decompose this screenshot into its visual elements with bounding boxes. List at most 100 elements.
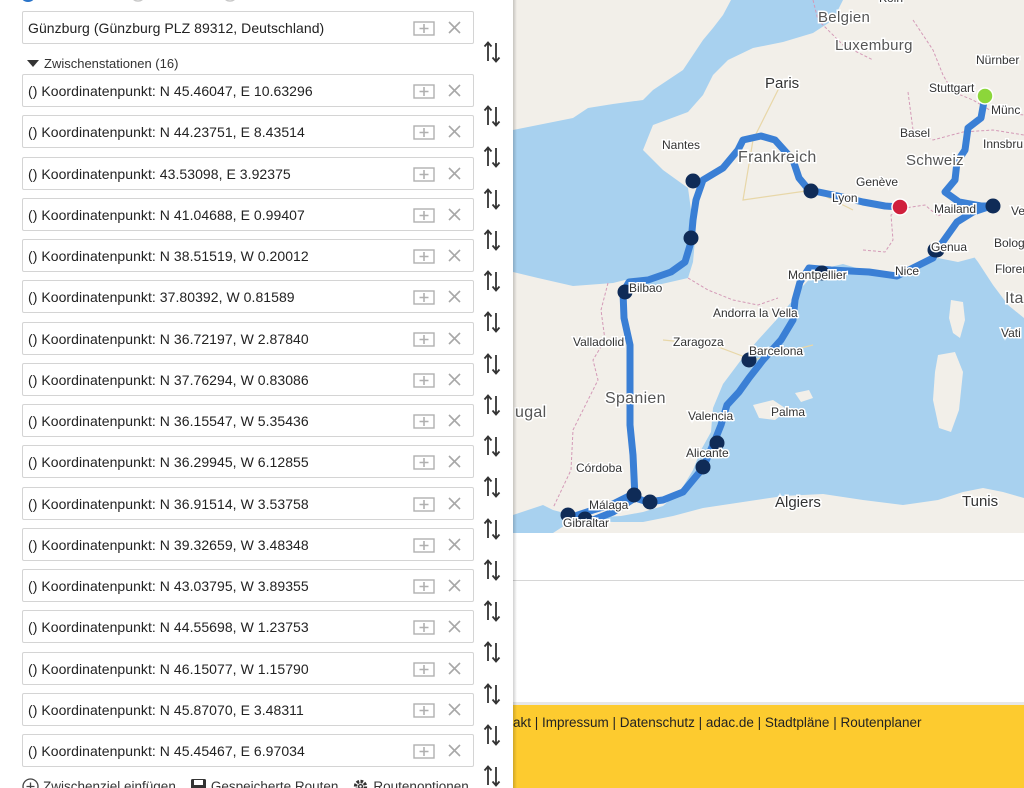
close-icon[interactable]	[447, 249, 461, 263]
swap-order-icon[interactable]	[481, 473, 503, 501]
close-icon[interactable]	[447, 167, 461, 181]
swap-order-icon[interactable]	[481, 350, 503, 378]
waypoint-marker[interactable]	[642, 494, 658, 510]
map-label-paris: Paris	[765, 75, 799, 92]
stop-field[interactable]: () Koordinatenpunkt: N 44.55698, W 1.237…	[22, 610, 474, 643]
stops-toggle[interactable]: Zwischenstationen (16)	[27, 54, 178, 72]
start-marker[interactable]	[976, 87, 994, 105]
close-icon[interactable]	[447, 497, 461, 511]
end-marker[interactable]	[891, 198, 909, 216]
close-icon[interactable]	[447, 208, 461, 222]
save-location-icon[interactable]	[413, 124, 435, 140]
stop-field[interactable]: () Koordinatenpunkt: N 36.72197, W 2.878…	[22, 322, 474, 355]
map-label-nantes: Nantes	[662, 138, 700, 152]
stop-field[interactable]: () Koordinatenpunkt: N 41.04688, E 0.994…	[22, 198, 474, 231]
add-stop-button[interactable]: Zwischenziel einfügen	[22, 777, 176, 788]
close-icon[interactable]	[447, 332, 461, 346]
stop-field-value: () Koordinatenpunkt: 37.80392, W 0.81589	[28, 288, 295, 305]
swap-order-icon[interactable]	[481, 38, 503, 66]
close-icon[interactable]	[447, 703, 461, 717]
stop-field[interactable]: () Koordinatenpunkt: N 44.23751, E 8.435…	[22, 115, 474, 148]
save-location-icon[interactable]	[413, 454, 435, 470]
swap-order-icon[interactable]	[481, 556, 503, 584]
save-location-icon[interactable]	[413, 537, 435, 553]
map-label-munchen: Münc	[991, 103, 1020, 117]
waypoint-marker[interactable]	[685, 173, 701, 189]
save-location-icon[interactable]	[413, 496, 435, 512]
stop-field[interactable]: () Koordinatenpunkt: N 46.15077, W 1.157…	[22, 652, 474, 685]
swap-order-icon[interactable]	[481, 432, 503, 460]
close-icon[interactable]	[447, 455, 461, 469]
save-location-icon[interactable]	[413, 702, 435, 718]
route-options-label: Routenoptionen	[373, 778, 469, 788]
close-icon[interactable]	[447, 125, 461, 139]
map-label-schweiz: Schweiz	[906, 152, 964, 169]
swap-order-icon[interactable]	[481, 597, 503, 625]
close-icon[interactable]	[447, 620, 461, 634]
stop-field[interactable]: () Koordinatenpunkt: 43.53098, E 3.92375	[22, 157, 474, 190]
map-label-basel: Basel	[900, 126, 930, 140]
waypoint-marker[interactable]	[695, 459, 711, 475]
swap-order-icon[interactable]	[481, 267, 503, 295]
close-icon[interactable]	[447, 21, 461, 35]
stop-field[interactable]: () Koordinatenpunkt: N 45.87070, E 3.483…	[22, 693, 474, 726]
triangle-down-icon	[27, 59, 39, 67]
waypoint-marker[interactable]	[985, 198, 1001, 214]
close-icon[interactable]	[447, 290, 461, 304]
save-location-icon[interactable]	[413, 619, 435, 635]
save-location-icon[interactable]	[413, 248, 435, 264]
save-location-icon[interactable]	[413, 207, 435, 223]
save-location-icon[interactable]	[413, 20, 435, 36]
close-icon[interactable]	[447, 414, 461, 428]
stop-field[interactable]: () Koordinatenpunkt: N 45.46047, E 10.63…	[22, 74, 474, 107]
footer-links[interactable]: akt | Impressum | Datenschutz | adac.de …	[513, 715, 922, 730]
saved-routes-button[interactable]: Gespeicherte Routen	[190, 778, 338, 788]
close-icon[interactable]	[447, 744, 461, 758]
save-location-icon[interactable]	[413, 743, 435, 759]
swap-order-icon[interactable]	[481, 143, 503, 171]
save-location-icon[interactable]	[413, 413, 435, 429]
stop-field[interactable]: () Koordinatenpunkt: N 45.45467, E 6.970…	[22, 734, 474, 767]
swap-order-icon[interactable]	[481, 638, 503, 666]
map-label-zaragoza: Zaragoza	[673, 335, 724, 349]
swap-order-icon[interactable]	[481, 721, 503, 749]
swap-order-icon[interactable]	[481, 762, 503, 788]
stop-field[interactable]: () Koordinatenpunkt: N 36.15547, W 5.354…	[22, 404, 474, 437]
save-location-icon[interactable]	[413, 331, 435, 347]
close-icon[interactable]	[447, 538, 461, 552]
swap-order-icon[interactable]	[481, 102, 503, 130]
swap-order-icon[interactable]	[481, 680, 503, 708]
stop-field-value: () Koordinatenpunkt: N 44.23751, E 8.435…	[28, 123, 305, 140]
swap-order-icon[interactable]	[481, 185, 503, 213]
stop-field[interactable]: () Koordinatenpunkt: 37.80392, W 0.81589	[22, 280, 474, 313]
footer: akt | Impressum | Datenschutz | adac.de …	[513, 702, 1024, 788]
swap-order-icon[interactable]	[481, 391, 503, 419]
close-icon[interactable]	[447, 373, 461, 387]
close-icon[interactable]	[447, 84, 461, 98]
swap-order-icon[interactable]	[481, 515, 503, 543]
close-icon[interactable]	[447, 662, 461, 676]
waypoint-marker[interactable]	[683, 230, 699, 246]
save-location-icon[interactable]	[413, 83, 435, 99]
save-location-icon[interactable]	[413, 166, 435, 182]
swap-order-icon[interactable]	[481, 226, 503, 254]
stop-field[interactable]: () Koordinatenpunkt: N 39.32659, W 3.483…	[22, 528, 474, 561]
waypoint-marker[interactable]	[803, 183, 819, 199]
stop-field[interactable]: () Koordinatenpunkt: N 43.03795, W 3.893…	[22, 569, 474, 602]
stops-header-label: Zwischenstationen (16)	[44, 55, 179, 71]
stop-field[interactable]: () Koordinatenpunkt: N 38.51519, W 0.200…	[22, 239, 474, 272]
save-location-icon[interactable]	[413, 661, 435, 677]
stop-field[interactable]: () Koordinatenpunkt: N 36.91514, W 3.537…	[22, 487, 474, 520]
start-location-field[interactable]: Günzburg (Günzburg PLZ 89312, Deutschlan…	[22, 11, 474, 44]
gear-icon	[354, 779, 368, 788]
save-location-icon[interactable]	[413, 289, 435, 305]
waypoint-marker[interactable]	[626, 487, 642, 503]
route-options-button[interactable]: Routenoptionen	[352, 778, 469, 788]
stop-field[interactable]: () Koordinatenpunkt: N 36.29945, W 6.128…	[22, 445, 474, 478]
close-icon[interactable]	[447, 579, 461, 593]
save-location-icon[interactable]	[413, 578, 435, 594]
route-map[interactable]: Köln Belgien Luxemburg Nürnber Paris Stuttgar…	[513, 0, 1024, 533]
stop-field[interactable]: () Koordinatenpunkt: N 37.76294, W 0.830…	[22, 363, 474, 396]
swap-order-icon[interactable]	[481, 308, 503, 336]
save-location-icon[interactable]	[413, 372, 435, 388]
